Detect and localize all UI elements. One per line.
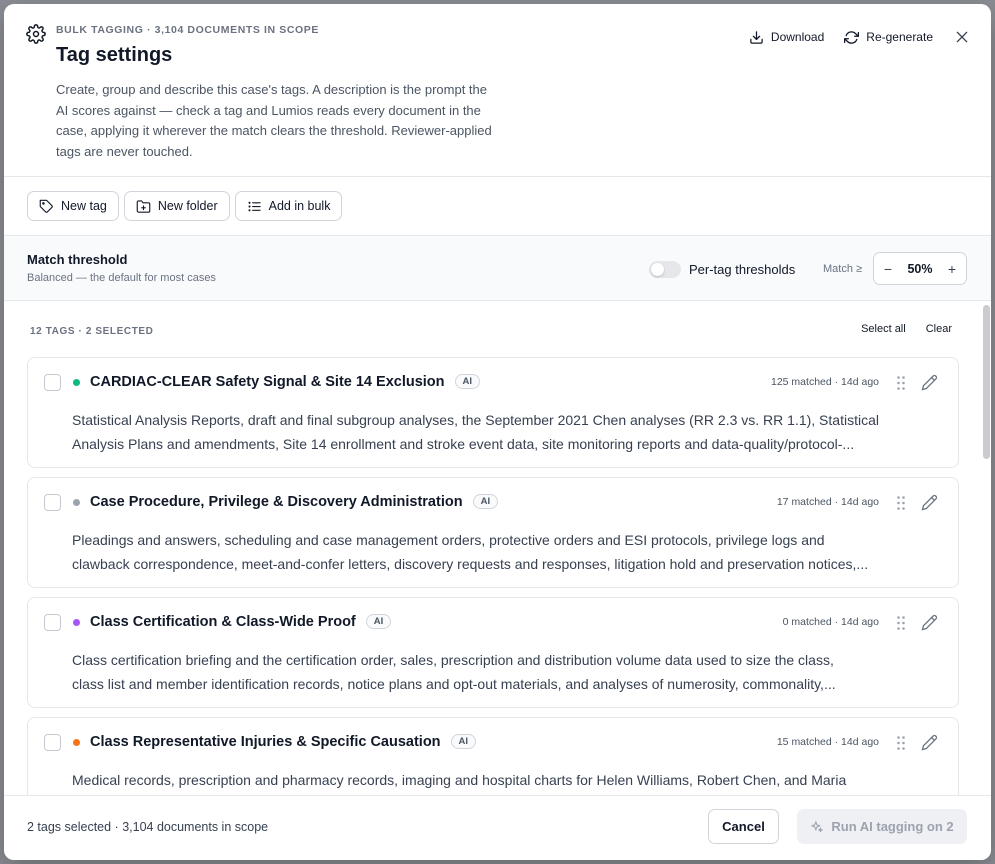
threshold-stepper: − 50% + — [873, 252, 967, 285]
select-all-link[interactable]: Select all — [861, 323, 906, 335]
tag-name[interactable]: Class Certification & Class-Wide Proof AI — [90, 614, 392, 630]
modal-header: BULK TAGGING · 3,104 DOCUMENTS IN SCOPE … — [4, 4, 991, 177]
tag-description-line: Medical records, prescription and pharma… — [72, 772, 847, 788]
gear-icon — [26, 24, 46, 44]
tag-match-meta: 17 matched · 14d ago — [776, 496, 879, 508]
selection-summary: 2 tags selected · 3,104 documents in sco… — [27, 820, 269, 834]
pencil-icon[interactable] — [921, 494, 938, 511]
tag-checkbox[interactable] — [44, 494, 61, 511]
decrement-button[interactable]: − — [882, 261, 894, 277]
scrollbar[interactable] — [983, 305, 990, 459]
new-tag-label: New tag — [61, 199, 107, 213]
match-label: Match ≥ — [823, 263, 863, 275]
refresh-icon — [844, 30, 860, 44]
pencil-icon[interactable] — [921, 374, 938, 391]
tag-checkbox[interactable] — [44, 734, 61, 751]
drag-handle-icon[interactable] — [896, 375, 906, 391]
tag-match-meta: 15 matched · 14d ago — [776, 736, 879, 748]
match-threshold-panel: Match threshold Balanced — the default f… — [4, 235, 991, 301]
clear-link[interactable]: Clear — [926, 323, 952, 335]
tag-description-line: class list and member identification rec… — [72, 676, 836, 692]
page-title: Tag settings — [56, 44, 173, 66]
per-tag-thresholds-label: Per-tag thresholds — [689, 262, 796, 277]
close-button[interactable] — [953, 28, 971, 46]
tag-color-dot — [73, 619, 80, 626]
tag-description: Medical records, prescription and pharma… — [72, 768, 942, 795]
tag-card[interactable]: Case Procedure, Privilege & Discovery Ad… — [27, 477, 959, 588]
ai-badge: AI — [472, 494, 499, 509]
page-description: Create, group and describe this case's t… — [56, 82, 492, 159]
tag-name-text: Case Procedure, Privilege & Discovery Ad… — [90, 494, 463, 510]
tag-name[interactable]: Class Representative Injuries & Specific… — [90, 734, 477, 750]
ai-badge: AI — [365, 614, 392, 629]
tag-checkbox[interactable] — [44, 374, 61, 391]
pencil-icon[interactable] — [921, 614, 938, 631]
tag-color-dot — [73, 739, 80, 746]
ai-badge: AI — [454, 374, 481, 389]
tag-color-dot — [73, 379, 80, 386]
new-tag-button[interactable]: New tag — [27, 191, 119, 221]
pencil-icon[interactable] — [921, 734, 938, 751]
tag-toolbar: New tag New folder Add in bulk — [27, 191, 343, 221]
run-ai-tagging-button[interactable]: Run AI tagging on 2 — [797, 809, 967, 844]
sparkle-icon — [811, 820, 824, 832]
tag-card[interactable]: Class Representative Injuries & Specific… — [27, 717, 959, 795]
run-ai-tagging-label: Run AI tagging on 2 — [831, 819, 954, 834]
tag-color-dot — [73, 499, 80, 506]
add-in-bulk-label: Add in bulk — [268, 199, 331, 213]
tag-checkbox[interactable] — [44, 614, 61, 631]
add-in-bulk-button[interactable]: Add in bulk — [234, 191, 343, 221]
tag-name-text: Class Representative Injuries & Specific… — [90, 734, 441, 750]
list-icon — [248, 201, 261, 211]
download-button[interactable]: Download — [749, 30, 824, 45]
threshold-value: 50% — [907, 261, 933, 276]
modal-footer: 2 tags selected · 3,104 documents in sco… — [4, 795, 991, 860]
tag-icon — [39, 199, 53, 213]
cancel-button[interactable]: Cancel — [708, 809, 779, 844]
tag-match-meta: 125 matched · 14d ago — [771, 376, 879, 388]
new-folder-label: New folder — [157, 199, 218, 213]
threshold-subtitle: Balanced — the default for most cases — [27, 272, 216, 284]
tag-description: Class certification briefing and the cer… — [72, 648, 942, 696]
download-label: Download — [770, 30, 825, 44]
tag-description-line: Analysis Plans and amendments, Site 14 e… — [72, 436, 855, 452]
header-actions: Download Re-generate — [749, 28, 971, 46]
tag-settings-modal: BULK TAGGING · 3,104 DOCUMENTS IN SCOPE … — [4, 4, 991, 860]
new-folder-button[interactable]: New folder — [123, 191, 230, 221]
regenerate-label: Re-generate — [866, 30, 933, 44]
tag-name-text: CARDIAC-CLEAR Safety Signal & Site 14 Ex… — [90, 374, 445, 390]
folder-plus-icon — [136, 199, 151, 213]
tag-description-line: Statistical Analysis Reports, draft and … — [72, 412, 879, 428]
close-icon — [956, 31, 968, 43]
regenerate-button[interactable]: Re-generate — [844, 30, 933, 45]
drag-handle-icon[interactable] — [896, 735, 906, 751]
per-tag-thresholds-toggle[interactable] — [649, 261, 681, 278]
drag-handle-icon[interactable] — [896, 615, 906, 631]
increment-button[interactable]: + — [946, 261, 958, 277]
tag-count: 12 TAGS · 2 SELECTED — [30, 326, 154, 337]
tag-card[interactable]: CARDIAC-CLEAR Safety Signal & Site 14 Ex… — [27, 357, 959, 468]
bulk-tagging-eyebrow: BULK TAGGING · 3,104 DOCUMENTS IN SCOPE — [56, 24, 319, 36]
tag-description-line: clawback correspondence, meet-and-confer… — [72, 556, 869, 572]
list-actions: Select all Clear — [861, 323, 952, 335]
tag-description-line: Class certification briefing and the cer… — [72, 652, 834, 668]
tag-name[interactable]: Case Procedure, Privilege & Discovery Ad… — [90, 494, 499, 510]
tag-match-meta: 0 matched · 14d ago — [782, 616, 879, 628]
tag-description-line: Pleadings and answers, scheduling and ca… — [72, 532, 825, 548]
ai-badge: AI — [450, 734, 477, 749]
tag-description: Pleadings and answers, scheduling and ca… — [72, 528, 942, 576]
tag-description: Statistical Analysis Reports, draft and … — [72, 408, 942, 456]
tag-name[interactable]: CARDIAC-CLEAR Safety Signal & Site 14 Ex… — [90, 374, 481, 390]
tag-list: 12 TAGS · 2 SELECTED Select all Clear CA… — [4, 301, 991, 795]
tag-card[interactable]: Class Certification & Class-Wide Proof AI… — [27, 597, 959, 708]
drag-handle-icon[interactable] — [896, 495, 906, 511]
tag-name-text: Class Certification & Class-Wide Proof — [90, 614, 356, 630]
threshold-title: Match threshold — [27, 252, 128, 267]
download-icon — [750, 30, 763, 44]
